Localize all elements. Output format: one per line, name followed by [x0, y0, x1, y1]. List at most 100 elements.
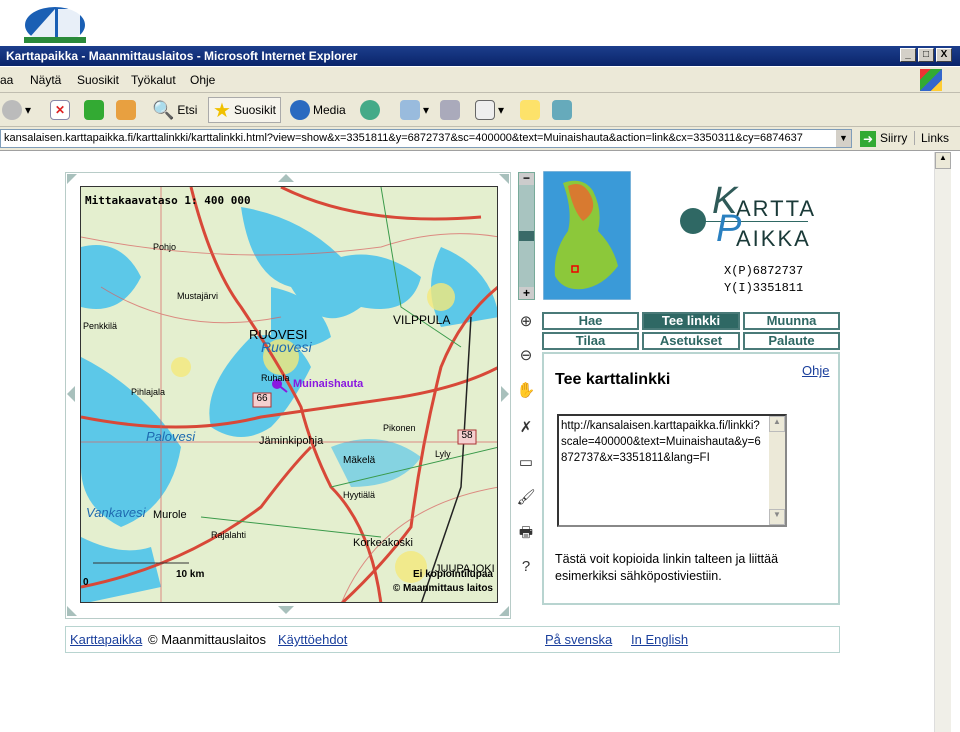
- tab-muunna[interactable]: Muunna: [743, 312, 840, 330]
- map-place-label: Hyytiälä: [343, 490, 376, 500]
- address-bar: kansalaisen.karttapaikka.fi/karttalinkki…: [0, 127, 960, 151]
- map-place-label: Pihlajala: [131, 387, 166, 397]
- search-button[interactable]: 🔍 Etsi: [152, 97, 197, 123]
- discuss-icon[interactable]: [520, 100, 540, 120]
- page-footer: Karttapaikka © Maanmittauslaitos Käyttöe…: [65, 626, 840, 653]
- road-number: 58: [461, 430, 473, 441]
- windows-logo-icon: [920, 69, 942, 91]
- zoom-out-icon[interactable]: ⊖: [515, 345, 537, 367]
- map-place-label: Mäkelä: [343, 455, 376, 466]
- pan-hand-icon[interactable]: ✋: [515, 380, 537, 402]
- map-place-label: Pohjo: [153, 242, 177, 252]
- zoom-in-icon[interactable]: ⊕: [515, 311, 537, 333]
- menu-help[interactable]: Ohje: [190, 73, 215, 87]
- swedish-link[interactable]: På svenska: [545, 632, 612, 647]
- tab-tee-linkki[interactable]: Tee linkki: [642, 312, 740, 330]
- coordinate-y: Y(I)3351811: [724, 281, 804, 295]
- marker-label: Muinaishauta: [293, 378, 364, 390]
- history-icon[interactable]: [360, 100, 380, 120]
- map-place-label: VILPPULA: [393, 313, 451, 327]
- map-place-label: Ruovesi: [261, 339, 312, 355]
- messenger-icon[interactable]: [552, 100, 572, 120]
- measure-ruler-icon[interactable]: ▭: [515, 452, 537, 474]
- map-place-label: Ruhala: [261, 373, 290, 383]
- address-dropdown-button[interactable]: ▼: [836, 130, 851, 147]
- clear-brush-icon[interactable]: 🖌: [515, 487, 537, 509]
- map-place-label: Rajalahti: [211, 530, 247, 540]
- map-place-label: Lyly: [435, 449, 451, 459]
- map-place-label: Mustajärvi: [177, 291, 219, 301]
- print-icon[interactable]: [440, 100, 460, 120]
- link-textarea[interactable]: http://kansalaisen.karttapaikka.fi/linkk…: [557, 414, 787, 527]
- maximize-button[interactable]: □: [918, 48, 934, 62]
- coordinate-tool-icon[interactable]: ✗: [515, 417, 537, 439]
- window-titlebar: Karttapaikka - Maanmittauslaitos - Micro…: [0, 46, 960, 66]
- favorites-button[interactable]: ★ Suosikit: [208, 97, 281, 123]
- search-icon: 🔍: [152, 99, 175, 120]
- map-view[interactable]: Mittakaavataso 1: 400 000 Muinaishauta 6…: [80, 186, 498, 603]
- refresh-icon[interactable]: [84, 100, 104, 120]
- mail-icon[interactable]: [400, 100, 420, 120]
- map-place-label: Penkkilä: [83, 321, 118, 331]
- help-link[interactable]: Ohje: [802, 363, 829, 378]
- zoom-in-step-icon[interactable]: +: [519, 287, 534, 299]
- star-icon: ★: [213, 99, 231, 122]
- terms-link[interactable]: Käyttöehdot: [278, 632, 347, 647]
- menu-bar: aa Näytä Suosikit Työkalut Ohje: [0, 67, 960, 93]
- tab-palaute[interactable]: Palaute: [743, 332, 840, 350]
- print-icon[interactable]: 🖶: [515, 522, 537, 544]
- vertical-scrollbar[interactable]: ▲: [934, 152, 951, 732]
- scalebar-end: 10 km: [176, 569, 205, 580]
- pan-northwest-icon[interactable]: [67, 174, 77, 184]
- map-place-label: Palovesi: [146, 429, 196, 444]
- english-link[interactable]: In English: [631, 632, 688, 647]
- copyright-owner: © Maanmittaus laitos: [392, 583, 493, 594]
- karttapaikka-link[interactable]: Karttapaikka: [70, 632, 142, 647]
- home-icon[interactable]: [116, 100, 136, 120]
- panel-info-text: Tästä voit kopioida linkin talteen ja li…: [555, 552, 779, 583]
- coordinate-x: X(P)6872737: [724, 264, 804, 278]
- map-scale-label: Mittakaavataso 1: 400 000: [85, 194, 251, 207]
- zoom-slider-thumb[interactable]: [519, 231, 534, 241]
- globe-icon: [290, 100, 310, 120]
- close-button[interactable]: X: [936, 48, 952, 62]
- karttapaikka-logo: K ARTTA P AIKKA: [680, 180, 814, 252]
- forward-icon[interactable]: [2, 100, 22, 120]
- stop-icon[interactable]: ✕: [50, 100, 70, 120]
- minimize-button[interactable]: _: [900, 48, 916, 62]
- media-button[interactable]: Media: [290, 97, 346, 123]
- textarea-scrollbar[interactable]: ▲ ▼: [769, 416, 785, 525]
- menu-tools[interactable]: Työkalut: [131, 73, 176, 87]
- map-place-label: Murole: [153, 509, 187, 521]
- address-input[interactable]: kansalaisen.karttapaikka.fi/karttalinkki…: [0, 129, 852, 148]
- map-place-label: Vankavesi: [86, 505, 146, 520]
- pan-southwest-icon[interactable]: [67, 606, 77, 616]
- pan-south-icon[interactable]: [278, 606, 294, 614]
- edit-icon[interactable]: [475, 100, 495, 120]
- link-panel: Tee karttalinkki Ohje http://kansalaisen…: [542, 352, 840, 605]
- go-button[interactable]: ➜ Siirry: [860, 131, 907, 147]
- links-button[interactable]: Links: [914, 131, 949, 145]
- menu-view[interactable]: Näytä: [30, 73, 61, 87]
- pan-east-icon[interactable]: [501, 386, 509, 402]
- zoom-slider[interactable]: − +: [518, 172, 535, 300]
- zoom-out-step-icon[interactable]: −: [519, 172, 534, 185]
- copyright-text: © Maanmittauslaitos: [148, 632, 266, 647]
- toolbar: ▾ ✕ 🔍 Etsi ★ Suosikit Media ▾ ▾: [0, 93, 960, 127]
- tab-hae[interactable]: Hae: [542, 312, 639, 330]
- tab-tilaa[interactable]: Tilaa: [542, 332, 639, 350]
- pan-west-icon[interactable]: [67, 386, 75, 402]
- tab-asetukset[interactable]: Asetukset: [642, 332, 740, 350]
- go-arrow-icon: ➜: [860, 131, 876, 147]
- pan-southeast-icon[interactable]: [499, 606, 509, 616]
- help-icon[interactable]: ?: [515, 556, 537, 578]
- site-logo: [24, 7, 86, 43]
- window-title: Karttapaikka - Maanmittauslaitos - Micro…: [6, 49, 358, 63]
- map-place-label: Korkeakoski: [353, 537, 413, 549]
- road-number: 66: [256, 393, 268, 404]
- pan-north-icon[interactable]: [278, 174, 294, 182]
- pan-northeast-icon[interactable]: [499, 174, 509, 184]
- menu-favorites[interactable]: Suosikit: [77, 73, 119, 87]
- overview-map[interactable]: [543, 171, 631, 300]
- menu-file[interactable]: aa: [0, 73, 13, 87]
